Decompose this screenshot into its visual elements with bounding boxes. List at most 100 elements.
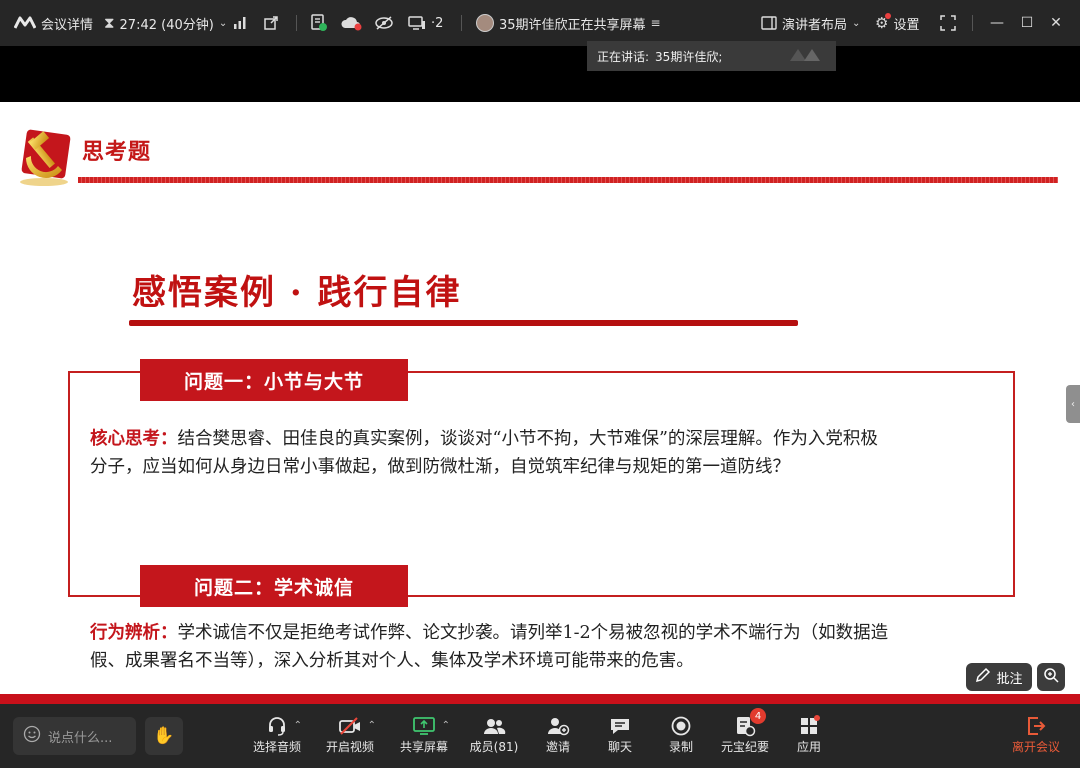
timer-dropdown[interactable]: ⧗ 27:42 (40分钟) ⌄ bbox=[104, 0, 227, 46]
notes-icon: 4 bbox=[734, 708, 766, 738]
question1-line1: 结合樊思睿、田佳良的真实案例，谈谈对“小节不拘，大节难保”的深层理解。作为入党积… bbox=[177, 429, 878, 449]
speaking-tooltip: 正在讲话: 35期许佳欣; bbox=[587, 41, 836, 71]
pen-icon bbox=[975, 667, 991, 687]
leave-meeting-button[interactable]: 离开会议 bbox=[1004, 714, 1068, 762]
raise-hand-icon: ✋ bbox=[153, 726, 175, 746]
zoom-in-icon bbox=[1043, 667, 1059, 687]
video-button[interactable]: ⌃ 开启视频 bbox=[314, 714, 386, 762]
devices-button[interactable]: ·2 bbox=[408, 0, 443, 46]
popout-button[interactable] bbox=[263, 0, 279, 46]
question2-tag: 问题二：学术诚信 bbox=[140, 565, 408, 607]
members-label: 成员(81) bbox=[469, 740, 519, 754]
question1-label: 核心思考： bbox=[90, 429, 178, 449]
question1-line2: 分子，应当如何从身边日常小事做起，做到防微杜渐，自觉筑牢纪律与规矩的第一道防线？ bbox=[90, 457, 790, 477]
invite-label: 邀请 bbox=[545, 740, 570, 754]
speaking-label: 正在讲话: bbox=[597, 49, 650, 64]
add-user-icon bbox=[546, 714, 570, 738]
minimize-button[interactable]: — bbox=[981, 0, 1013, 46]
members-button[interactable]: 成员(81) bbox=[458, 714, 530, 762]
cloud-icon bbox=[340, 15, 362, 31]
chat-placeholder: 说点什么... bbox=[48, 730, 113, 746]
timer-text: 27:42 (40分钟) bbox=[119, 17, 214, 33]
quick-chat-input[interactable]: 说点什么... bbox=[13, 717, 136, 755]
hourglass-icon: ⧗ bbox=[104, 14, 115, 32]
participant-count: ·2 bbox=[431, 15, 444, 31]
audio-label: 选择音频 bbox=[252, 740, 301, 754]
bottom-toolbar: 说点什么... ✋ ⌃ 选择音频 ⌃ 开启视频 ⌃ 共享屏幕 成员(81) 邀请 bbox=[0, 704, 1080, 768]
external-link-icon bbox=[263, 15, 279, 31]
question1-tag: 问题一：小节与大节 bbox=[140, 359, 408, 401]
settings-button[interactable]: ⚙ 设置 bbox=[875, 0, 919, 46]
question1-text: 核心思考：结合樊思睿、田佳良的真实案例，谈谈对“小节不拘，大节难保”的深层理解。… bbox=[90, 425, 878, 481]
annotate-label: 批注 bbox=[996, 671, 1023, 687]
yuanbao-notes-button[interactable]: 4 元宝纪要 bbox=[709, 708, 781, 762]
shared-slide: 思考题 感悟案例 · 践行自律 问题一：小节与大节 核心思考：结合樊思睿、田佳良… bbox=[0, 102, 1080, 706]
video-label: 开启视频 bbox=[325, 740, 374, 754]
audio-button[interactable]: ⌃ 选择音频 bbox=[241, 714, 313, 762]
tencent-meeting-logo-icon bbox=[14, 16, 36, 30]
slide-bottom-band bbox=[0, 694, 1080, 704]
header-divider bbox=[78, 177, 1058, 183]
raise-hand-button[interactable]: ✋ bbox=[145, 717, 183, 755]
close-button[interactable]: ✕ bbox=[1040, 0, 1072, 46]
maximize-icon: ☐ bbox=[1020, 15, 1034, 31]
list-icon: ≡ bbox=[650, 16, 661, 30]
top-bar: 会议详情 ⧗ 27:42 (40分钟) ⌄ ·2 35期许佳欣正在共享屏幕 ≡ … bbox=[0, 0, 1080, 46]
share-label: 共享屏幕 bbox=[399, 740, 448, 754]
apps-label: 应用 bbox=[796, 740, 821, 754]
question1-box bbox=[68, 371, 1015, 597]
caret-up-icon: ⌃ bbox=[367, 720, 376, 731]
members-icon bbox=[482, 714, 506, 738]
maximize-button[interactable]: ☐ bbox=[1011, 0, 1043, 46]
record-icon bbox=[670, 714, 692, 738]
avatar bbox=[476, 14, 494, 32]
share-screen-icon: ⌃ bbox=[412, 714, 450, 738]
eye-off-icon bbox=[374, 15, 394, 31]
headset-mic-icon: ⌃ bbox=[266, 714, 302, 738]
layout-dropdown[interactable]: 演讲者布局 ⌄ bbox=[761, 0, 860, 46]
side-panel-toggle[interactable]: ‹ bbox=[1066, 385, 1080, 423]
divider bbox=[972, 15, 973, 31]
network-signal-button[interactable] bbox=[233, 0, 247, 46]
document-icon bbox=[310, 14, 328, 32]
exit-icon bbox=[1025, 714, 1047, 738]
leave-label: 离开会议 bbox=[1011, 740, 1060, 754]
divider bbox=[296, 15, 297, 31]
question2-text: 行为辨析：学术诚信不仅是拒绝考试作弊、论文抄袭。请列举1-2个易被忽视的学术不端… bbox=[90, 619, 888, 675]
layout-label: 演讲者布局 bbox=[782, 17, 848, 33]
caret-up-icon: ⌃ bbox=[441, 720, 450, 731]
document-button[interactable] bbox=[310, 0, 328, 46]
speaker-wave-icon bbox=[788, 45, 828, 68]
slide-header-title: 思考题 bbox=[82, 139, 152, 165]
share-screen-button[interactable]: ⌃ 共享屏幕 bbox=[388, 714, 460, 762]
question2-label: 行为辨析： bbox=[90, 623, 178, 643]
apps-grid-icon bbox=[798, 714, 820, 738]
question2-line1: 学术诚信不仅是拒绝考试作弊、论文抄袭。请列举1-2个易被忽视的学术不端行为（如数… bbox=[177, 623, 889, 643]
video-letterbox bbox=[0, 46, 1080, 102]
apps-button[interactable]: 应用 bbox=[773, 714, 845, 762]
chevron-down-icon: ⌄ bbox=[852, 17, 861, 29]
title-underline bbox=[129, 320, 798, 326]
video-off-icon: ⌃ bbox=[338, 714, 376, 738]
gear-icon: ⚙ bbox=[875, 13, 892, 32]
zoom-button[interactable] bbox=[1037, 663, 1065, 691]
layout-icon bbox=[761, 16, 777, 30]
meeting-details-label: 会议详情 bbox=[41, 17, 94, 33]
annotate-button[interactable]: 批注 bbox=[966, 663, 1032, 691]
sharing-status[interactable]: 35期许佳欣正在共享屏幕 ≡ bbox=[476, 0, 661, 46]
notification-badge: 4 bbox=[750, 708, 766, 724]
caret-up-icon: ⌃ bbox=[293, 720, 302, 731]
fullscreen-icon bbox=[940, 15, 956, 31]
hide-button[interactable] bbox=[374, 0, 394, 46]
cloud-button[interactable] bbox=[340, 0, 362, 46]
smiley-icon bbox=[23, 725, 41, 747]
chat-label: 聊天 bbox=[607, 740, 632, 754]
slide-main-title: 感悟案例 · 践行自律 bbox=[132, 273, 462, 313]
fullscreen-button[interactable] bbox=[940, 0, 956, 46]
chat-icon bbox=[609, 714, 631, 738]
chevron-down-icon: ⌄ bbox=[218, 17, 228, 29]
party-emblem-icon bbox=[20, 129, 71, 186]
record-button[interactable]: 录制 bbox=[645, 714, 717, 762]
speaking-name: 35期许佳欣; bbox=[655, 49, 723, 64]
meeting-details-button[interactable]: 会议详情 bbox=[14, 0, 93, 46]
